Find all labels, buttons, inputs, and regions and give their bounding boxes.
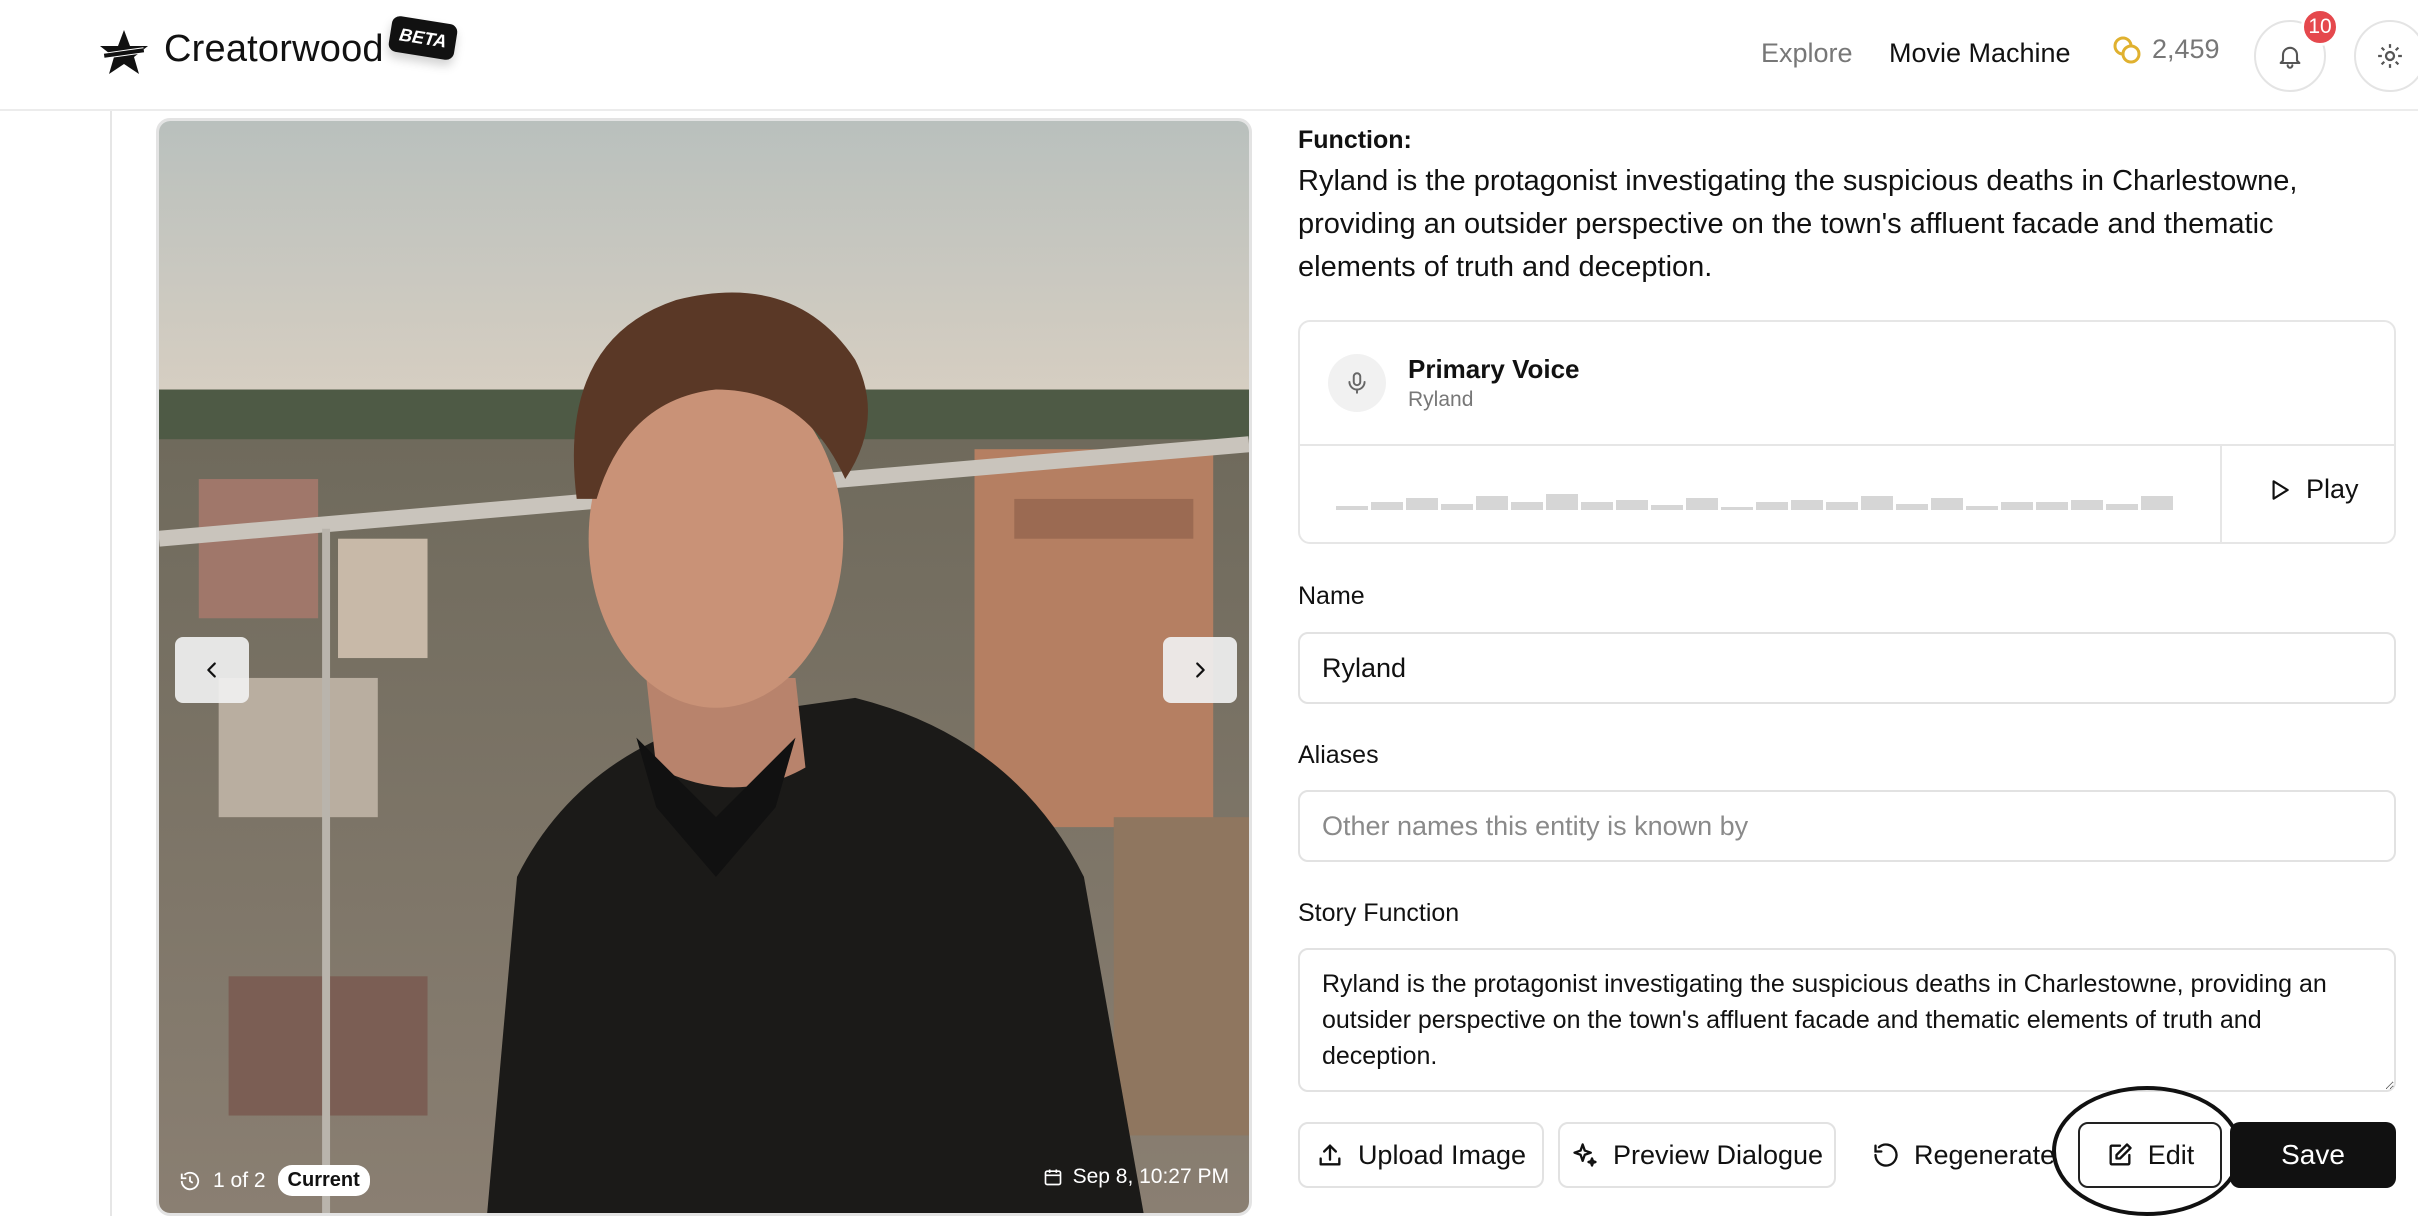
credits-balance[interactable]: 2,459 (2112, 34, 2220, 65)
settings-button[interactable] (2354, 20, 2418, 92)
nav-explore[interactable]: Explore (1761, 38, 1853, 69)
save-button[interactable]: Save (2230, 1122, 2396, 1188)
credits-value: 2,459 (2152, 34, 2220, 64)
name-input[interactable] (1298, 632, 2396, 704)
image-counter: 1 of 2 (213, 1168, 266, 1192)
regenerate-label: Regenerate (1914, 1139, 2056, 1170)
coins-icon (2113, 36, 2141, 63)
bell-icon (2279, 46, 2301, 69)
character-image-viewer: 1 of 2 Current Sep 8, 10:27 PM (156, 118, 1252, 1216)
aliases-input[interactable] (1298, 790, 2396, 862)
voice-divider (2220, 446, 2222, 544)
chevron-left-icon (207, 662, 216, 678)
top-bar: Creatorwood BETA Explore Movie Machine 2… (0, 0, 2418, 111)
clapper-star-logo-icon[interactable] (98, 28, 150, 76)
edit-label: Edit (2147, 1139, 2195, 1170)
current-version-badge: Current (277, 1165, 370, 1196)
play-icon (2272, 479, 2289, 500)
play-voice-button[interactable]: Play (2266, 474, 2359, 505)
function-heading: Function: (1298, 126, 1412, 154)
audio-waveform[interactable] (1336, 472, 2188, 512)
edit-button[interactable]: Edit (2078, 1122, 2222, 1188)
upload-image-label: Upload Image (1357, 1139, 1527, 1170)
notification-count-badge: 10 (2301, 8, 2339, 46)
story-function-label: Story Function (1298, 899, 1460, 927)
gear-icon (2378, 44, 2402, 68)
sparkles-icon (1573, 1143, 1597, 1167)
aliases-label: Aliases (1298, 741, 1379, 769)
image-version-info: 1 of 2 Current (179, 1165, 370, 1196)
refresh-icon (1874, 1143, 1898, 1167)
voice-name: Ryland (1408, 388, 1474, 411)
character-portrait-image (159, 121, 1249, 1213)
next-image-button[interactable] (1163, 637, 1237, 703)
function-description: Ryland is the protagonist investigating … (1298, 165, 2298, 283)
history-icon[interactable] (179, 1170, 201, 1192)
story-function-textarea[interactable]: Ryland is the protagonist investigating … (1298, 948, 2396, 1092)
preview-dialogue-label: Preview Dialogue (1612, 1139, 1824, 1170)
beta-badge: BETA (387, 15, 459, 61)
primary-voice-card: Primary Voice Ryland Play (1298, 320, 2396, 544)
sidebar-divider (110, 111, 112, 1216)
regenerate-button[interactable]: Regenerate (1852, 1122, 2060, 1188)
upload-icon (1319, 1144, 1341, 1166)
voice-title: Primary Voice (1408, 354, 1580, 384)
name-label: Name (1298, 582, 1365, 610)
microphone-icon (1328, 354, 1386, 412)
calendar-icon (1044, 1169, 1061, 1186)
image-timestamp: Sep 8, 10:27 PM (1072, 1165, 1229, 1188)
image-date: Sep 8, 10:27 PM (1043, 1165, 1229, 1189)
preview-dialogue-button[interactable]: Preview Dialogue (1558, 1122, 1836, 1188)
play-label: Play (2306, 474, 2359, 504)
previous-image-button[interactable] (175, 637, 249, 703)
upload-image-button[interactable]: Upload Image (1298, 1122, 1544, 1188)
chevron-right-icon (1196, 662, 1205, 678)
edit-icon (2109, 1143, 2132, 1166)
nav-movie-machine[interactable]: Movie Machine (1889, 38, 2071, 69)
brand-name[interactable]: Creatorwood (164, 28, 384, 71)
voice-header: Primary Voice Ryland (1300, 322, 2394, 446)
